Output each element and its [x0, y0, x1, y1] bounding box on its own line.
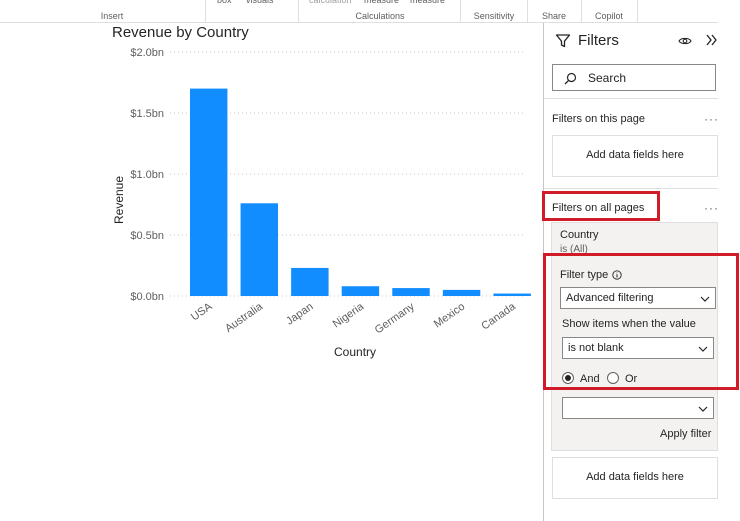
ribbon-separator [205, 0, 206, 22]
bar-canada[interactable] [493, 293, 531, 296]
y-tick-label: $0.5bn [130, 230, 164, 242]
filter-card-summary: is (All) [560, 244, 588, 253]
ribbon-separator [581, 0, 582, 22]
search-placeholder: Search [588, 71, 627, 85]
annotation-highlight-filter-settings [543, 253, 739, 390]
filters-pane-title: Filters [578, 32, 619, 49]
x-tick-label: Germany [373, 300, 417, 336]
x-axis-title: Country [334, 345, 377, 359]
x-tick-label: Japan [284, 301, 315, 328]
apply-filter-button[interactable]: Apply filter [660, 428, 711, 440]
ribbon-calculation-label[interactable]: calculation [309, 0, 352, 5]
chart-title: Revenue by Country [112, 24, 249, 41]
ribbon-group-calculations: Calculations [355, 11, 405, 21]
ribbon-separator [298, 0, 299, 22]
all-pages-dropzone[interactable]: Add data fields here [552, 457, 718, 499]
bar-mexico[interactable] [442, 289, 481, 296]
filters-on-this-page-label: Filters on this page [552, 113, 645, 125]
y-tick-label: $2.0bn [130, 47, 164, 59]
section-divider [544, 98, 718, 99]
filter-card-field-name: Country [560, 229, 599, 241]
ribbon-separator [637, 0, 638, 22]
ribbon-measure-label-2[interactable]: measure [410, 0, 445, 5]
ribbon-group-copilot: Copilot [594, 11, 623, 21]
more-options-icon[interactable]: ··· [704, 112, 719, 126]
eye-icon[interactable] [677, 33, 693, 49]
ribbon: box visuals calculation measure measure … [0, 0, 718, 23]
x-tick-label: Canada [479, 300, 518, 332]
filters-search-input[interactable]: Search [552, 64, 716, 91]
ribbon-group-sensitivity: Sensitivity [473, 11, 515, 21]
ribbon-box-label[interactable]: box [217, 0, 232, 5]
bar-chart-plot: $0.0bn $0.5bn $1.0bn $1.5bn $2.0bn USA Austral… [130, 47, 531, 336]
x-tick-label: Mexico [432, 301, 467, 331]
x-tick-label: Australia [223, 300, 266, 335]
y-tick-label: $0.0bn [130, 291, 164, 303]
ribbon-separator [527, 0, 528, 22]
bar-germany[interactable] [392, 288, 430, 296]
bar-japan[interactable] [291, 267, 329, 296]
dropzone-label: Add data fields here [586, 149, 684, 161]
section-divider [544, 188, 718, 189]
collapse-pane-icon[interactable] [703, 32, 719, 48]
bar-chart-visual[interactable]: $0.0bn $0.5bn $1.0bn $1.5bn $2.0bn USA Austral… [104, 22, 540, 372]
x-tick-label: USA [189, 300, 215, 323]
bar-nigeria[interactable] [341, 286, 380, 296]
y-tick-label: $1.5bn [130, 108, 164, 120]
chevron-down-icon [697, 402, 709, 414]
ribbon-separator [460, 0, 461, 22]
page-filters-dropzone[interactable]: Add data fields here [552, 135, 718, 177]
ribbon-measure-label[interactable]: measure [364, 0, 399, 5]
search-icon [563, 71, 577, 85]
x-tick-label: Nigeria [331, 300, 367, 330]
dropzone-label: Add data fields here [586, 471, 684, 483]
filter-icon [554, 32, 572, 50]
second-condition-dropdown[interactable] [562, 397, 714, 419]
bar-australia[interactable] [240, 203, 278, 296]
more-options-icon[interactable]: ··· [704, 201, 719, 215]
y-tick-label: $1.0bn [130, 169, 164, 181]
annotation-highlight-all-pages [542, 191, 660, 221]
ribbon-visuals-label[interactable]: visuals [246, 0, 274, 5]
ribbon-group-insert: Insert [100, 11, 124, 21]
report-canvas: box visuals calculation measure measure … [0, 0, 740, 521]
bar-usa[interactable] [190, 88, 228, 296]
ribbon-group-share: Share [541, 11, 567, 21]
y-axis-title: Revenue [112, 175, 126, 224]
